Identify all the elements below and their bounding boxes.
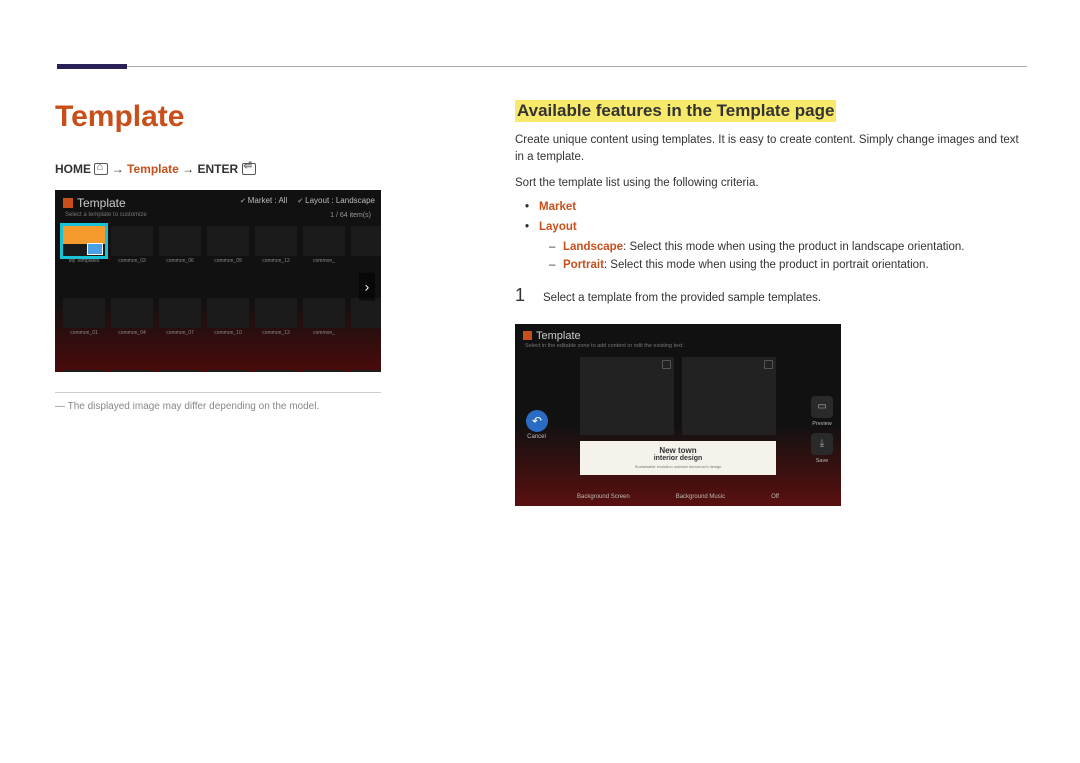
breadcrumb-arrow: → bbox=[182, 162, 194, 176]
item-count: 1 / 64 item(s) bbox=[330, 212, 371, 219]
template-thumb[interactable]: common_05 bbox=[111, 370, 153, 372]
breadcrumb-enter: ENTER bbox=[198, 162, 239, 176]
template-thumb[interactable]: common_01 bbox=[63, 298, 105, 328]
caption-line2: interior design bbox=[654, 455, 703, 462]
save-button[interactable]: ⤓ bbox=[811, 433, 833, 455]
editor-zone-left[interactable] bbox=[580, 357, 674, 435]
bg-music-value: Off bbox=[771, 494, 779, 500]
sub-portrait: Portrait: Select this mode when using th… bbox=[553, 256, 1025, 274]
undo-icon: ↶ bbox=[526, 410, 548, 432]
cancel-button[interactable]: ↶ Cancel bbox=[525, 410, 548, 440]
template-thumb[interactable]: common_ bbox=[303, 298, 345, 328]
step-1: 1 Select a template from the provided sa… bbox=[515, 285, 1025, 306]
bg-music-label[interactable]: Background Music bbox=[676, 494, 725, 500]
editor-zone-right[interactable] bbox=[682, 357, 776, 435]
template-thumb[interactable]: common_14 bbox=[255, 370, 297, 372]
caption-line3: Sustainable evolution unleash tomorrow's… bbox=[635, 464, 722, 469]
breadcrumb: HOME → Template → ENTER bbox=[55, 162, 485, 176]
thumb-label: common_07 bbox=[159, 330, 201, 336]
thumb-label: common_06 bbox=[159, 258, 201, 264]
template-app-icon bbox=[63, 198, 73, 208]
section-heading: Available features in the Template page bbox=[515, 100, 836, 122]
landscape-label: Landscape bbox=[563, 241, 623, 253]
next-page-button[interactable]: › bbox=[359, 273, 375, 301]
editor-zone-caption[interactable]: New town interior design Sustainable evo… bbox=[580, 441, 776, 475]
template-thumb[interactable]: common_ bbox=[303, 226, 345, 256]
template-thumb[interactable]: common_13 bbox=[255, 298, 297, 328]
bg-screen-label[interactable]: Background Screen bbox=[577, 494, 630, 500]
thumb-label: common_10 bbox=[207, 330, 249, 336]
thumb-label: common_01 bbox=[63, 330, 105, 336]
template-thumb[interactable]: common_04 bbox=[111, 298, 153, 328]
save-label: Save bbox=[816, 458, 829, 464]
landscape-text: : Select this mode when using the produc… bbox=[623, 241, 964, 253]
step-text: Select a template from the provided samp… bbox=[543, 292, 821, 304]
region-icon bbox=[764, 360, 773, 369]
sort-text: Sort the template list using the followi… bbox=[515, 177, 1025, 189]
header-accent bbox=[57, 64, 127, 69]
breadcrumb-template: Template bbox=[127, 162, 179, 176]
template-thumb[interactable]: common_ bbox=[303, 370, 345, 372]
template-thumb[interactable]: common_11 bbox=[207, 370, 249, 372]
criteria-layout: Layout Landscape: Select this mode when … bbox=[529, 217, 1025, 274]
thumb-label: common_ bbox=[303, 258, 345, 264]
filter-market[interactable]: Market : All bbox=[240, 196, 287, 205]
template-thumb[interactable]: common_03 bbox=[111, 226, 153, 256]
portrait-text: : Select this mode when using the produc… bbox=[604, 259, 929, 271]
portrait-label: Portrait bbox=[563, 259, 604, 271]
template-thumb[interactable]: common_02 bbox=[63, 370, 105, 372]
template-thumb[interactable]: common_12 bbox=[255, 226, 297, 256]
template-thumb[interactable] bbox=[351, 226, 381, 256]
step-number: 1 bbox=[515, 285, 529, 306]
enter-icon bbox=[242, 163, 256, 175]
cancel-label: Cancel bbox=[525, 434, 548, 440]
template-thumb[interactable]: common_10 bbox=[207, 298, 249, 328]
screenshot-template-editor: Template Select in the editable zone to … bbox=[515, 324, 841, 506]
sub-landscape: Landscape: Select this mode when using t… bbox=[553, 238, 1025, 256]
filter-layout[interactable]: Layout : Landscape bbox=[297, 196, 375, 205]
thumb-label: My Templates bbox=[63, 258, 105, 264]
template-thumb-selected[interactable]: My Templates bbox=[63, 226, 105, 256]
breadcrumb-arrow: → bbox=[112, 162, 124, 176]
shot2-subtitle: Select in the editable zone to add conte… bbox=[515, 343, 841, 349]
thumb-label: common_09 bbox=[207, 258, 249, 264]
thumb-label: common_12 bbox=[255, 258, 297, 264]
divider bbox=[55, 392, 381, 393]
template-thumb[interactable]: common_07 bbox=[159, 298, 201, 328]
shot1-title: Template bbox=[77, 196, 126, 210]
footnote: ― The displayed image may differ dependi… bbox=[55, 401, 485, 412]
header-rule bbox=[57, 66, 1027, 67]
thumb-label: common_03 bbox=[111, 258, 153, 264]
thumb-label: common_13 bbox=[255, 330, 297, 336]
template-thumb[interactable]: common_08 bbox=[159, 370, 201, 372]
shot2-title: Template bbox=[536, 330, 581, 342]
preview-label: Preview bbox=[812, 421, 832, 427]
preview-button[interactable]: ▭ bbox=[811, 396, 833, 418]
breadcrumb-home: HOME bbox=[55, 162, 91, 176]
thumb-label: common_04 bbox=[111, 330, 153, 336]
screenshot-template-grid: Template Market : All Layout : Landscape… bbox=[55, 190, 381, 372]
criteria-market: Market bbox=[529, 197, 1025, 218]
criteria-layout-label: Layout bbox=[539, 221, 577, 233]
template-thumb[interactable]: common_06 bbox=[159, 226, 201, 256]
home-icon bbox=[94, 163, 108, 175]
template-grid: My Templates common_03 common_06 common_… bbox=[55, 220, 381, 372]
caption-line1: New town bbox=[659, 446, 696, 455]
template-thumb[interactable] bbox=[351, 370, 381, 372]
thumb-label: common_ bbox=[303, 330, 345, 336]
page-title: Template bbox=[55, 100, 485, 134]
region-icon bbox=[662, 360, 671, 369]
template-thumb[interactable]: common_09 bbox=[207, 226, 249, 256]
template-app-icon bbox=[523, 331, 532, 340]
template-thumb[interactable] bbox=[351, 298, 381, 328]
intro-text: Create unique content using templates. I… bbox=[515, 132, 1025, 167]
